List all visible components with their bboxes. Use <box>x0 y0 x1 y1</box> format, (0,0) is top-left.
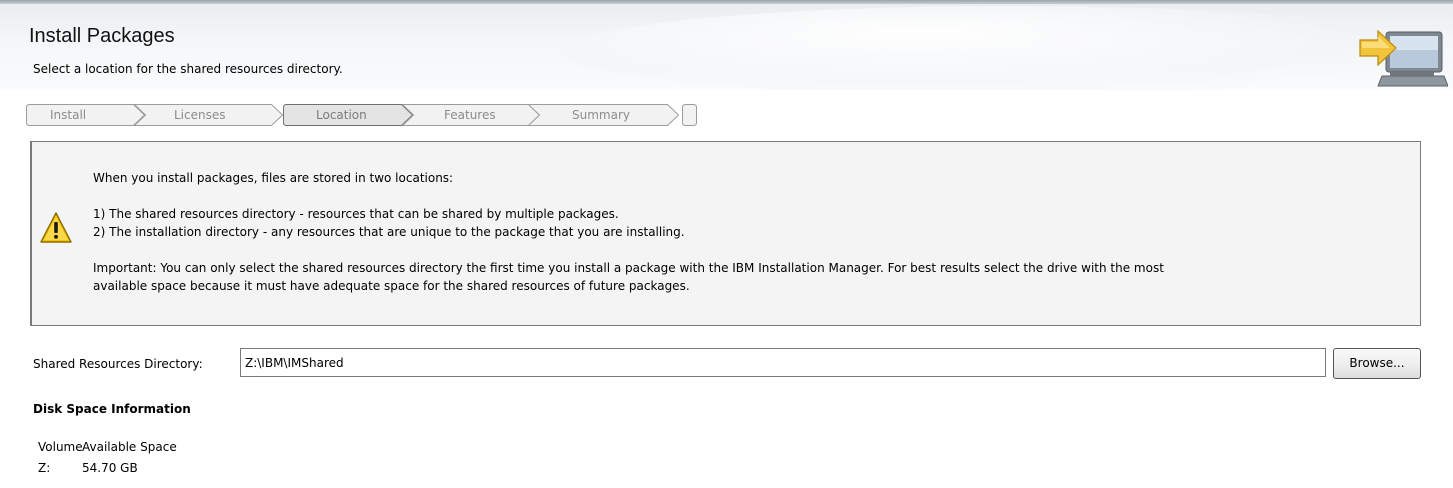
shared-resources-directory-input[interactable] <box>240 348 1326 377</box>
info-text-item-2: 2) The installation directory - any reso… <box>93 225 685 239</box>
info-text-intro: When you install packages, files are sto… <box>93 171 454 185</box>
info-text-important-cont: available space because it must have ade… <box>93 279 690 293</box>
disk-space-heading: Disk Space Information <box>33 402 191 416</box>
wizard-step-summary: Summary <box>528 104 688 126</box>
page-subtitle: Select a location for the shared resourc… <box>33 62 343 76</box>
info-panel: When you install packages, files are sto… <box>30 141 1421 326</box>
shared-resources-directory-label: Shared Resources Directory: <box>33 357 203 371</box>
header-banner: Install Packages Select a location for t… <box>0 0 1453 90</box>
page-title: Install Packages <box>29 25 175 47</box>
warning-triangle-icon <box>40 212 72 243</box>
browse-button[interactable]: Browse... <box>1333 348 1421 379</box>
banner-top-border <box>0 0 1453 4</box>
wizard-step-end <box>682 104 702 126</box>
banner-decoration <box>560 6 1453 90</box>
info-text-item-1: 1) The shared resources directory - reso… <box>93 207 619 221</box>
wizard-step-end-shape <box>682 104 697 126</box>
wizard-step-label: Licenses <box>174 108 226 122</box>
column-header-available-space: Available Space <box>82 440 177 454</box>
wizard-step-label: Install <box>50 108 87 122</box>
disk-row-available: 54.70 GB <box>82 461 138 475</box>
install-computer-arrow-icon <box>1359 29 1448 87</box>
wizard-step-label: Location <box>316 108 367 122</box>
wizard-step-shape <box>26 104 146 126</box>
wizard-step-label: Summary <box>572 108 630 122</box>
wizard-step-licenses: Licenses <box>134 104 294 126</box>
info-text-important: Important: You can only select the share… <box>93 261 1164 275</box>
disk-row-volume: Z: <box>38 461 51 475</box>
wizard-step-install: Install <box>26 104 150 126</box>
column-header-volume: Volume <box>38 440 83 454</box>
wizard-step-label: Features <box>444 108 496 122</box>
